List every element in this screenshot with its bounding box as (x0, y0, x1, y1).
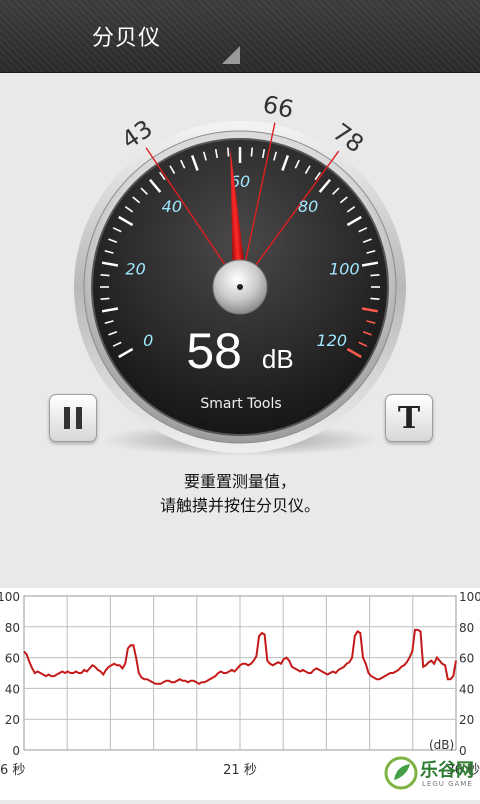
gauge-area: 43 66 78 0 20 40 60 80 100 120 58 dB Smart Tools… (0, 72, 480, 472)
text-icon: T (397, 400, 421, 436)
brand-label: Smart Tools (200, 396, 281, 412)
action-bar: 分贝仪 (0, 0, 480, 73)
chart-x-tick: 6 秒 (0, 763, 25, 778)
gauge-scale-label: 40 (162, 197, 182, 216)
pause-icon (64, 407, 70, 429)
chart-y-tick-left: 100 (0, 590, 20, 604)
gauge-tick (100, 274, 110, 277)
chart-x-tick: 21 秒 (223, 763, 257, 778)
gauge-tick (100, 297, 110, 300)
chart-y-tick-right: 60 (459, 652, 474, 666)
reset-hint: 要重置测量值， 请触摸并按住分贝仪。 (0, 470, 480, 518)
gauge-marker-label: 66 (260, 90, 296, 124)
chart-y-tick-right: 80 (459, 621, 474, 635)
chart-y-tick-left: 60 (5, 652, 20, 666)
watermark-logo: 乐谷网 LEGU GAME (382, 752, 480, 796)
app-title: 分贝仪 (92, 26, 162, 51)
chart-y-tick-right: 40 (459, 682, 474, 696)
gauge-tick (370, 297, 380, 300)
pause-button[interactable] (49, 394, 97, 442)
chart-y-tick-left: 0 (12, 744, 20, 758)
gauge-tick (370, 274, 380, 277)
chart-y-tick-left: 20 (5, 713, 20, 727)
gauge-scale-label: 100 (329, 260, 360, 279)
overflow-menu-indicator[interactable] (222, 46, 240, 64)
chart-y-tick-right: 20 (459, 713, 474, 727)
leaf-logo-icon (384, 756, 418, 790)
gauge-tick (250, 147, 253, 157)
chart-y-tick-right: 100 (459, 590, 480, 604)
reset-hint-line2: 请触摸并按住分贝仪。 (159, 496, 320, 515)
decibel-value: 58 (186, 323, 242, 379)
gauge-scale-label: 80 (298, 197, 318, 216)
chart-unit-label: (dB) (429, 738, 454, 752)
gauge-scale-label: 120 (317, 331, 348, 350)
reset-hint-line1: 要重置测量值， (183, 472, 296, 491)
text-mode-button[interactable]: T (385, 394, 433, 442)
chart-y-tick-left: 80 (5, 621, 20, 635)
gauge-tick (227, 147, 230, 157)
gauge-scale-label: 0 (143, 331, 153, 350)
chart-y-tick-left: 40 (5, 682, 20, 696)
gauge-scale-label: 20 (125, 260, 145, 279)
decibel-unit: dB (262, 344, 294, 374)
